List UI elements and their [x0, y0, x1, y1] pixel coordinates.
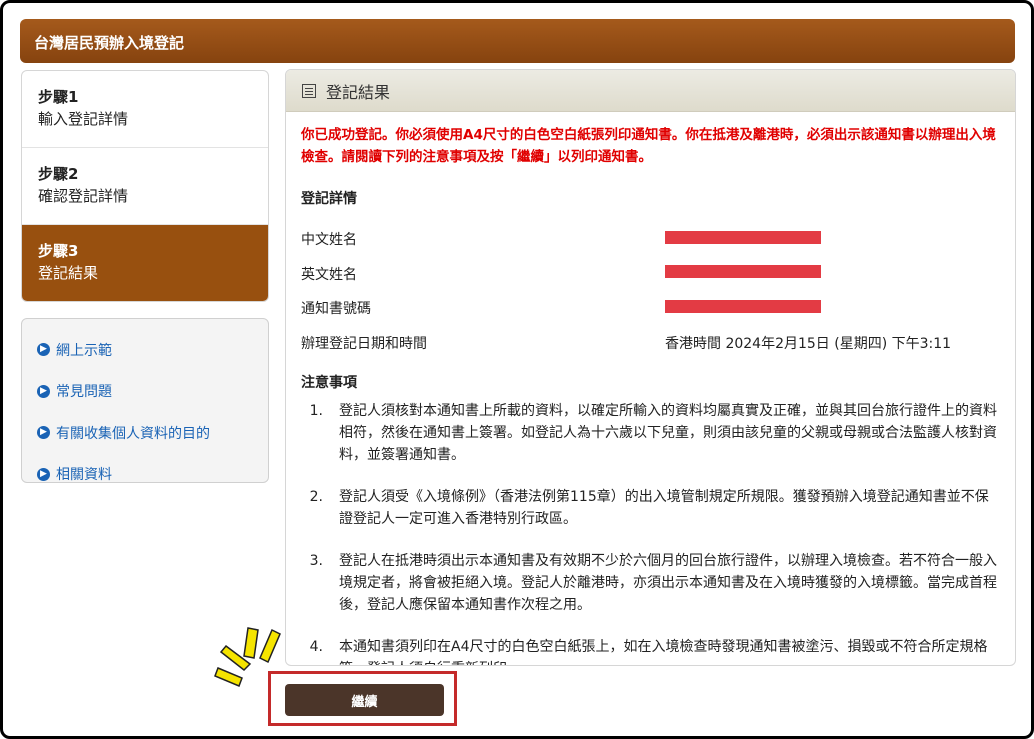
step-label: 輸入登記詳情	[38, 110, 129, 128]
related-links: ▶ 網上示範 ▶ 常見問題 ▶ 有關收集個人資料的目的 ▶ 相關資料	[21, 318, 269, 483]
detail-row-notice-number: 通知書號碼	[301, 291, 999, 326]
note-item: 1. 登記人須核對本通知書上所載的資料，以確定所輸入的資料均屬真實及正確，並與其…	[301, 400, 1001, 466]
note-item: 4. 本通知書須列印在A4尺寸的白色空白紙張上，如在入境檢查時發現通知書被塗污、…	[301, 636, 1001, 665]
step-1: 步驟1 輸入登記詳情	[22, 71, 268, 148]
link-related-info[interactable]: ▶ 相關資料	[37, 454, 253, 496]
result-panel-header: 登記結果	[286, 70, 1015, 112]
note-text: 本通知書須列印在A4尺寸的白色空白紙張上，如在入境檢查時發現通知書被塗污、損毀或…	[339, 639, 988, 665]
link-online-demo[interactable]: ▶ 網上示範	[37, 329, 253, 371]
detail-value	[665, 299, 999, 317]
step-number: 步驟1	[38, 88, 79, 106]
note-text: 登記人在抵港時須出示本通知書及有效期不少於六個月的回台旅行證件，以辦理入境檢查。…	[339, 553, 997, 613]
step-label: 確認登記詳情	[38, 187, 129, 205]
detail-value	[665, 230, 999, 248]
step-number: 步驟2	[38, 165, 79, 183]
detail-key: 辦理登記日期和時間	[301, 335, 427, 352]
note-number: 3.	[309, 553, 323, 569]
detail-value	[665, 265, 999, 282]
note-number: 1.	[309, 403, 323, 419]
note-number: 4.	[309, 639, 323, 655]
note-item: 2. 登記人須受《入境條例》（香港法例第115章）的出入境管制規定所規限。獲發預…	[301, 486, 1001, 530]
redaction-bar	[665, 265, 821, 279]
arrow-right-circle-icon: ▶	[37, 426, 50, 440]
success-warning-message: 你已成功登記。你必須使用A4尺寸的白色空白紙張列印通知書。你在抵港及離港時，必須…	[301, 127, 996, 165]
details-list: 中文姓名 英文姓名 通知書號碼 辦理登記日期和時間 香港時間 2024年2月15…	[301, 222, 999, 360]
note-text: 登記人須核對本通知書上所載的資料，以確定所輸入的資料均屬真實及正確，並與其回台旅…	[339, 403, 997, 463]
arrow-right-circle-icon: ▶	[37, 343, 50, 357]
detail-row-chinese-name: 中文姓名	[301, 222, 999, 257]
link-faq[interactable]: ▶ 常見問題	[37, 371, 253, 413]
step-3-active: 步驟3 登記結果	[22, 225, 268, 301]
document-icon	[302, 83, 316, 98]
detail-key: 英文姓名	[301, 266, 357, 283]
step-2: 步驟2 確認登記詳情	[22, 148, 268, 225]
notes-list: 1. 登記人須核對本通知書上所載的資料，以確定所輸入的資料均屬真實及正確，並與其…	[301, 400, 1001, 665]
arrow-right-circle-icon: ▶	[37, 384, 50, 398]
detail-key: 通知書號碼	[301, 301, 371, 318]
link-label: 有關收集個人資料的目的	[56, 425, 210, 442]
note-item: 3. 登記人在抵港時須出示本通知書及有效期不少於六個月的回台旅行證件，以辦理入境…	[301, 550, 1001, 616]
page-header: 台灣居民預辦入境登記	[20, 19, 1015, 63]
redaction-bar	[665, 299, 821, 313]
detail-row-english-name: 英文姓名	[301, 257, 999, 292]
notes-title: 注意事項	[301, 375, 357, 391]
step-label: 登記結果	[38, 264, 99, 282]
result-panel: 登記結果 你已成功登記。你必須使用A4尺寸的白色空白紙張列印通知書。你在抵港及離…	[285, 69, 1016, 666]
detail-row-registration-datetime: 辦理登記日期和時間 香港時間 2024年2月15日 (星期四) 下午3:11	[301, 326, 999, 361]
step-number: 步驟3	[38, 242, 79, 260]
link-label: 相關資料	[56, 467, 112, 484]
arrow-right-circle-icon: ▶	[37, 467, 50, 481]
redaction-bar	[665, 230, 821, 244]
detail-key: 中文姓名	[301, 232, 357, 249]
link-label: 網上示範	[56, 342, 112, 359]
note-number: 2.	[309, 489, 323, 505]
result-panel-title: 登記結果	[326, 82, 391, 102]
link-personal-data-purpose[interactable]: ▶ 有關收集個人資料的目的	[37, 412, 253, 454]
detail-value: 香港時間 2024年2月15日 (星期四) 下午3:11	[665, 335, 952, 352]
continue-button[interactable]: 繼續	[285, 684, 444, 716]
details-title: 登記詳情	[301, 191, 357, 207]
page-header-title: 台灣居民預辦入境登記	[34, 34, 185, 52]
note-text: 登記人須受《入境條例》（香港法例第115章）的出入境管制規定所規限。獲發預辦入境…	[339, 489, 989, 527]
result-panel-body: 你已成功登記。你必須使用A4尺寸的白色空白紙張列印通知書。你在抵港及離港時，必須…	[286, 112, 1015, 665]
step-progress: 步驟1 輸入登記詳情 步驟2 確認登記詳情 步驟3 登記結果	[21, 70, 269, 302]
link-label: 常見問題	[56, 384, 112, 401]
